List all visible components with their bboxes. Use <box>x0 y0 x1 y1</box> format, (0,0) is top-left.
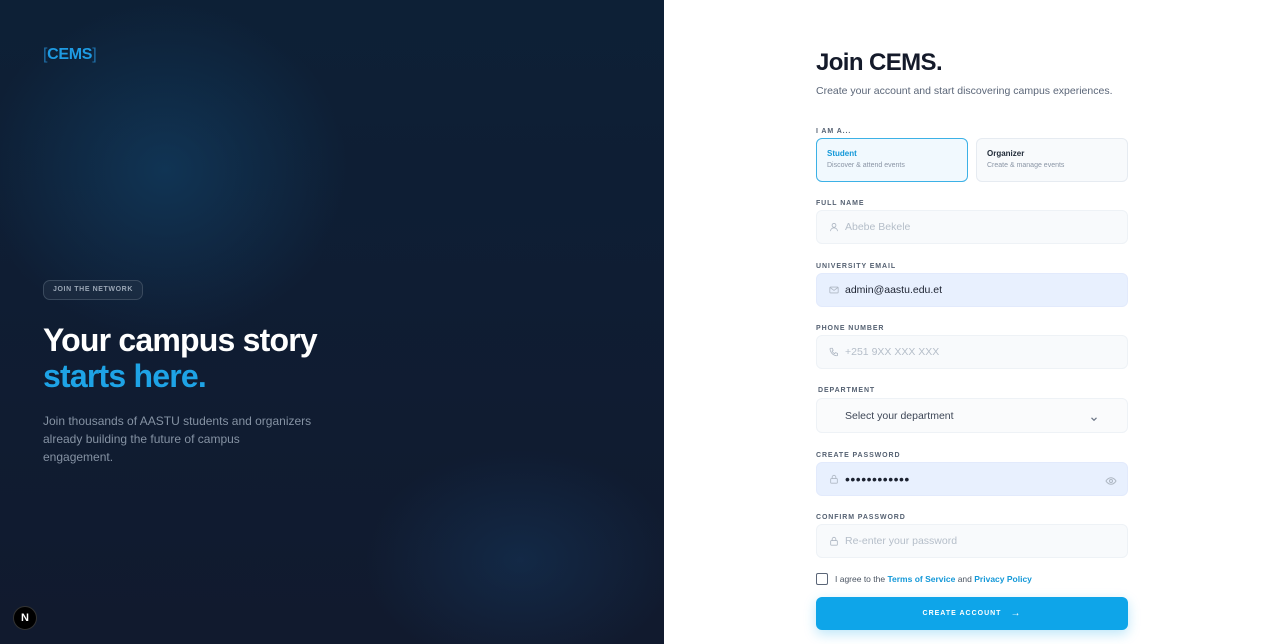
chevron-down-icon <box>1089 411 1099 422</box>
department-label: DEPARTMENT <box>818 387 876 394</box>
hero-line-2: starts here. <box>43 358 207 394</box>
form-title: Join CEMS. <box>816 49 943 76</box>
terms-text: I agree to the Terms of Service and Priv… <box>835 574 1032 584</box>
terms-checkbox[interactable] <box>816 573 828 585</box>
phone-icon <box>828 347 839 358</box>
hero-lead: Join thousands of AASTU students and org… <box>43 414 312 464</box>
mail-icon <box>828 285 839 296</box>
create-account-button[interactable]: CREATE ACCOUNT → <box>816 597 1128 630</box>
role-organizer-title: Organizer <box>987 149 1025 158</box>
role-student-title: Student <box>827 149 857 158</box>
role-label: I AM A... <box>816 128 852 135</box>
terms-prefix: I agree to the <box>835 574 888 584</box>
role-organizer-card[interactable]: Organizer Create & manage events <box>976 138 1128 182</box>
confirm-password-input[interactable]: Re-enter your password <box>816 524 1128 558</box>
hero-heading: Your campus story starts here. <box>43 322 443 394</box>
confirm-password-label: CONFIRM PASSWORD <box>816 514 906 521</box>
password-label: CREATE PASSWORD <box>816 452 901 459</box>
role-student-desc: Discover & attend events <box>827 162 905 169</box>
hero-line-1: Your campus story <box>43 322 318 358</box>
privacy-policy-link[interactable]: Privacy Policy <box>974 574 1032 584</box>
logo-text: CEMS <box>47 46 93 63</box>
nextjs-dev-badge[interactable]: N <box>13 606 37 630</box>
arrow-right-icon: → <box>1010 608 1022 619</box>
department-value: Select your department <box>845 409 954 422</box>
signup-panel: Join CEMS. Create your account and start… <box>664 0 1280 644</box>
phone-placeholder: +251 9XX XXX XXX <box>845 346 940 358</box>
form-subtitle: Create your account and start discoverin… <box>816 85 1113 97</box>
user-icon <box>828 222 839 233</box>
join-network-pill: JOIN THE NETWORK <box>43 280 143 300</box>
terms-and: and <box>955 574 975 584</box>
role-student-card[interactable]: Student Discover & attend events <box>816 138 968 182</box>
email-label: UNIVERSITY EMAIL <box>816 263 897 270</box>
brand-panel: [CEMS] JOIN THE NETWORK Your campus stor… <box>0 0 664 644</box>
email-input[interactable]: admin@aastu.edu.et <box>816 273 1128 307</box>
full-name-placeholder: Abebe Bekele <box>845 221 911 233</box>
phone-label: PHONE NUMBER <box>816 325 885 332</box>
full-name-input[interactable]: Abebe Bekele <box>816 210 1128 244</box>
department-select[interactable]: Select your department <box>816 398 1128 433</box>
full-name-label: FULL NAME <box>816 200 865 207</box>
lock-icon <box>828 536 839 547</box>
logo-bracket-close: ] <box>92 46 97 63</box>
lock-icon <box>828 474 839 485</box>
terms-of-service-link[interactable]: Terms of Service <box>887 574 955 584</box>
password-input[interactable]: •••••••••••• <box>816 462 1128 496</box>
phone-input[interactable]: +251 9XX XXX XXX <box>816 335 1128 369</box>
password-value: •••••••••••• <box>845 471 910 487</box>
confirm-password-placeholder: Re-enter your password <box>845 535 958 547</box>
cems-logo[interactable]: [CEMS] <box>43 46 97 64</box>
terms-agreement: I agree to the Terms of Service and Priv… <box>816 573 1032 585</box>
email-value: admin@aastu.edu.et <box>845 284 943 296</box>
create-account-label: CREATE ACCOUNT <box>922 610 1002 617</box>
eye-icon[interactable] <box>1105 474 1117 486</box>
role-organizer-desc: Create & manage events <box>987 162 1065 169</box>
